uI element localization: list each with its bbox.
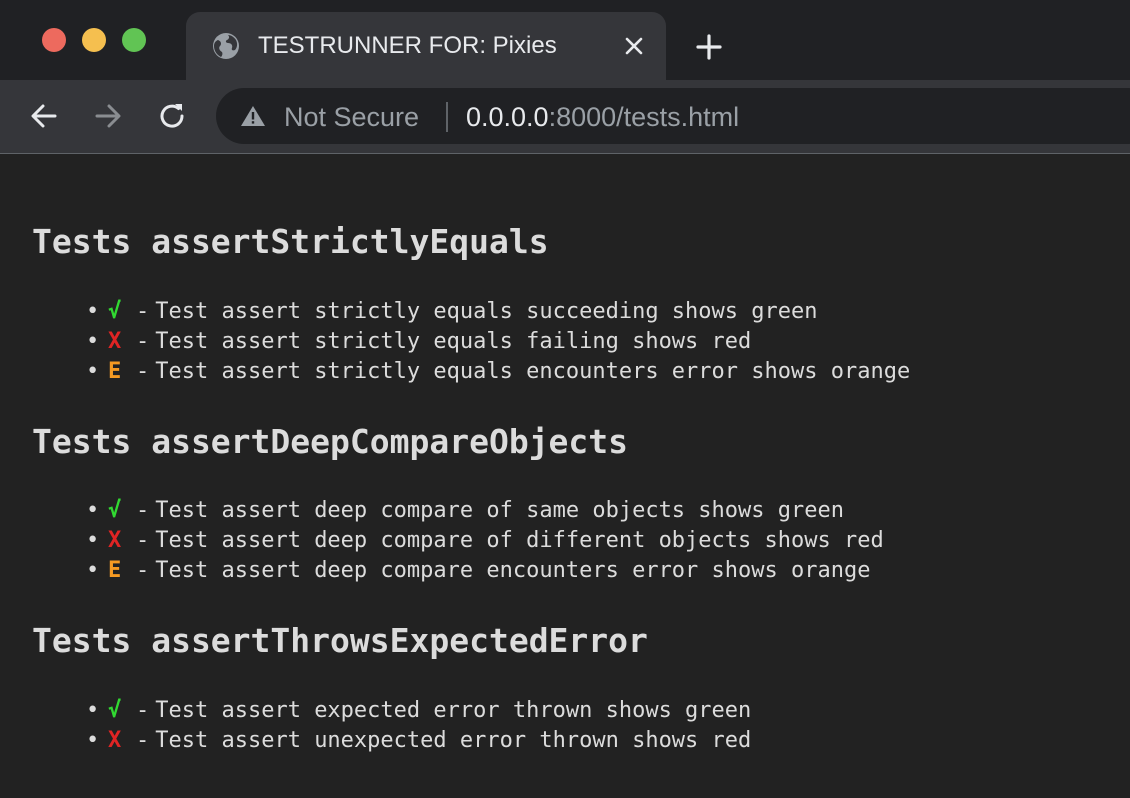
url-host: 0.0.0.0 <box>466 102 549 132</box>
pass-status-icon: √ <box>108 299 122 324</box>
bullet: • <box>86 698 100 723</box>
separator: - <box>136 299 150 324</box>
separator: - <box>136 359 150 384</box>
test-label: Test assert strictly equals encounters e… <box>155 359 911 384</box>
test-item: • X - Test assert unexpected error thrown s… <box>86 726 751 756</box>
test-label: Test assert deep compare of same objects… <box>155 498 844 523</box>
bullet: • <box>86 329 100 354</box>
close-icon[interactable] <box>622 34 646 58</box>
pass-status-icon: √ <box>108 498 122 523</box>
warning-icon[interactable] <box>240 104 266 128</box>
test-item: • X - Test assert deep compare of different… <box>86 526 884 556</box>
separator: - <box>136 698 150 723</box>
suite-title: Tests assertDeepCompareObjects <box>32 422 629 461</box>
test-item: • E - Test assert deep compare encounters e… <box>86 556 884 586</box>
test-label: Test assert unexpected error thrown show… <box>155 728 752 753</box>
back-arrow-icon[interactable] <box>28 100 60 132</box>
separator: - <box>136 728 150 753</box>
separator: - <box>136 528 150 553</box>
test-list: • √ - Test assert expected error thrown sho… <box>86 696 751 756</box>
test-label: Test assert strictly equals failing show… <box>155 329 752 354</box>
bullet: • <box>86 528 100 553</box>
tab-strip: TESTRUNNER FOR: Pixies <box>0 0 1130 80</box>
forward-arrow-icon[interactable] <box>92 100 124 132</box>
pass-status-icon: √ <box>108 698 122 723</box>
address-bar-divider <box>446 102 448 132</box>
test-item: • E - Test assert strictly equals encounter… <box>86 357 910 387</box>
test-item: • X - Test assert strictly equals failing s… <box>86 327 910 357</box>
test-item: • √ - Test assert deep compare of same obje… <box>86 496 884 526</box>
test-list: • √ - Test assert strictly equals succeedin… <box>86 297 910 387</box>
bullet: • <box>86 728 100 753</box>
test-item: • √ - Test assert strictly equals succeedin… <box>86 297 910 327</box>
suite-title: Tests assertThrowsExpectedError <box>32 621 648 660</box>
bullet: • <box>86 359 100 384</box>
bullet: • <box>86 299 100 324</box>
close-window-button[interactable] <box>42 28 66 52</box>
separator: - <box>136 329 150 354</box>
new-tab-plus-icon[interactable] <box>694 32 724 62</box>
browser-toolbar: Not Secure 0.0.0.0:8000/tests.html <box>0 80 1130 154</box>
error-status-icon: E <box>108 359 122 384</box>
tab-title: TESTRUNNER FOR: Pixies <box>258 32 557 59</box>
security-status-label[interactable]: Not Secure <box>284 102 419 132</box>
globe-icon <box>213 33 239 59</box>
test-label: Test assert deep compare of different ob… <box>155 528 884 553</box>
separator: - <box>136 558 150 583</box>
test-item: • √ - Test assert expected error thrown sho… <box>86 696 751 726</box>
browser-tab[interactable]: TESTRUNNER FOR: Pixies <box>186 12 666 80</box>
url-path: :8000/tests.html <box>548 102 740 132</box>
url-text[interactable]: 0.0.0.0:8000/tests.html <box>466 102 739 132</box>
reload-icon[interactable] <box>156 100 188 132</box>
maximize-window-button[interactable] <box>122 28 146 52</box>
fail-status-icon: X <box>108 528 122 553</box>
test-list: • √ - Test assert deep compare of same obje… <box>86 496 884 586</box>
bullet: • <box>86 558 100 583</box>
address-bar[interactable]: Not Secure 0.0.0.0:8000/tests.html <box>216 88 1130 144</box>
test-label: Test assert strictly equals succeeding s… <box>155 299 818 324</box>
test-label: Test assert deep compare encounters erro… <box>155 558 871 583</box>
minimize-window-button[interactable] <box>82 28 106 52</box>
suite-title: Tests assertStrictlyEquals <box>32 222 549 261</box>
fail-status-icon: X <box>108 329 122 354</box>
separator: - <box>136 498 150 523</box>
page-content: Tests assertStrictlyEquals • √ - Test asser… <box>0 154 1130 798</box>
test-label: Test assert expected error thrown shows … <box>155 698 752 723</box>
error-status-icon: E <box>108 558 122 583</box>
fail-status-icon: X <box>108 728 122 753</box>
bullet: • <box>86 498 100 523</box>
